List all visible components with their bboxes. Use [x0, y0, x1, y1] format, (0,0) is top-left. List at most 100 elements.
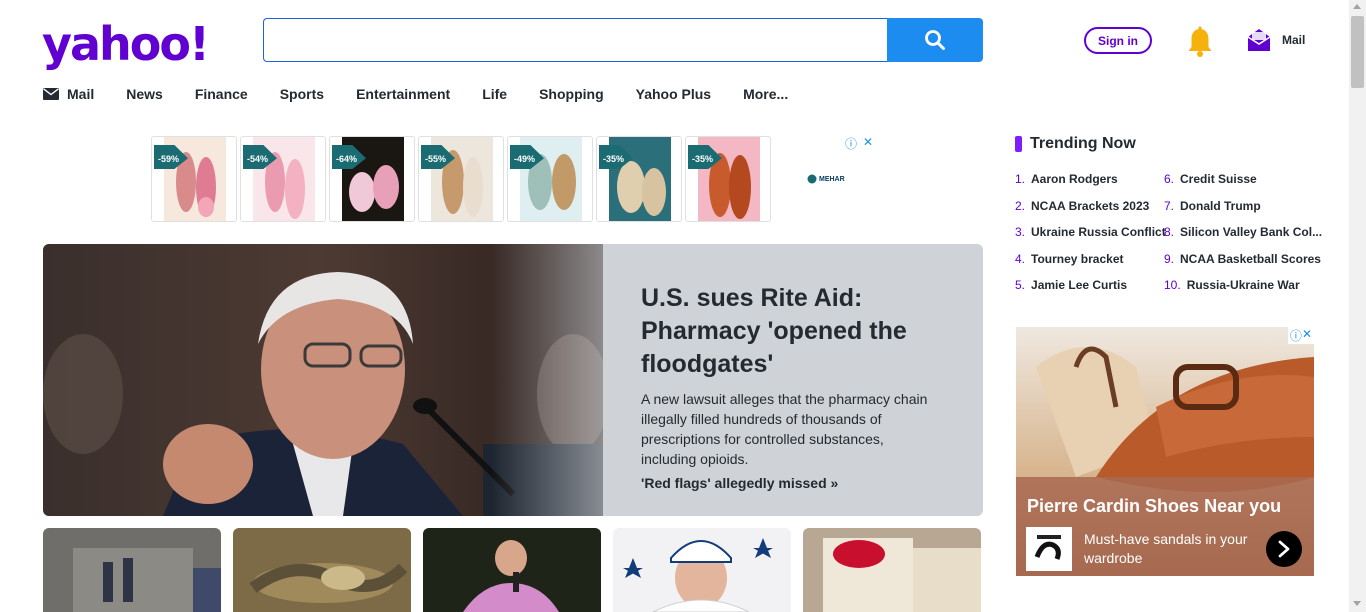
mail-envelope-icon: [1247, 29, 1271, 51]
trending-number: 9.: [1164, 251, 1175, 266]
hero-related-link[interactable]: 'Red flags' allegedly missed »: [641, 475, 941, 491]
story-thumbnail-image: [423, 528, 601, 612]
ad-brand-label: MEHAR: [819, 175, 845, 183]
trending-item[interactable]: 7. Donald Trump: [1164, 199, 1322, 226]
ad-controls: ⓘ ✕: [845, 135, 873, 152]
trending-item[interactable]: 6. Credit Suisse: [1164, 172, 1322, 199]
nav-mail-label: Mail: [67, 86, 95, 102]
trending-label: Credit Suisse: [1180, 172, 1257, 186]
story-thumbnails: [43, 528, 981, 612]
story-thumbnail-image: [613, 528, 791, 612]
nav-more[interactable]: More...: [743, 86, 788, 102]
nav-news[interactable]: News: [126, 86, 163, 102]
story-thumbnail[interactable]: [803, 528, 981, 612]
story-thumbnail-image: [233, 528, 411, 612]
trending-label: Silicon Valley Bank Col...: [1180, 225, 1323, 240]
trending-label: Donald Trump: [1180, 198, 1261, 213]
story-thumbnail-image: [43, 528, 221, 612]
trending-item[interactable]: 1. Aaron Rodgers: [1015, 172, 1166, 199]
ad-tile[interactable]: -59%: [151, 136, 237, 222]
right-ad-subtitle: Must-have sandals in your wardrobe: [1084, 531, 1248, 566]
ad-tile[interactable]: -49%: [507, 136, 593, 222]
nav-yahoo-plus[interactable]: Yahoo Plus: [636, 86, 711, 102]
hero-photo: [43, 244, 603, 516]
trending-item[interactable]: 8. Silicon Valley Bank Col...: [1164, 225, 1322, 252]
trending-item[interactable]: 4. Tourney bracket: [1015, 252, 1166, 279]
nav-entertainment[interactable]: Entertainment: [356, 86, 450, 102]
trending-list-left: 1. Aaron Rodgers 2. NCAA Brackets 2023 3. U…: [1015, 172, 1166, 305]
trending-accent-bar: [1015, 136, 1022, 152]
right-sidebar-ad[interactable]: ⓘ ✕ Pierre Cardin Shoes Near you Must-ha…: [1016, 327, 1314, 576]
ad-tile[interactable]: -35%: [685, 136, 771, 222]
trending-number: 6.: [1164, 172, 1175, 186]
nav-shopping[interactable]: Shopping: [539, 86, 604, 102]
search-box: [263, 18, 888, 62]
trending-number: 5.: [1015, 278, 1026, 293]
search-input[interactable]: [264, 19, 888, 61]
nav-finance[interactable]: Finance: [195, 86, 248, 102]
ad-tile[interactable]: -64%: [329, 136, 415, 222]
brand-logo-icon: [1029, 529, 1069, 569]
hero-summary: A new lawsuit alleges that the pharmacy …: [641, 391, 928, 467]
hero-text: U.S. sues Rite Aid: Pharmacy 'opened the…: [641, 282, 941, 491]
hero-story[interactable]: U.S. sues Rite Aid: Pharmacy 'opened the…: [43, 244, 983, 516]
mail-header-link[interactable]: Mail: [1246, 28, 1305, 52]
story-thumbnail[interactable]: [43, 528, 221, 612]
trending-item[interactable]: 3. Ukraine Russia Conflict: [1015, 225, 1166, 252]
scroll-down-arrow-icon[interactable]: [1353, 601, 1361, 606]
brand-logo-icon: [807, 174, 817, 184]
search-icon: [925, 30, 945, 50]
ad-close-icon[interactable]: ✕: [1302, 327, 1312, 344]
trending-label: Aaron Rodgers: [1031, 172, 1118, 186]
main-nav: Mail News Finance Sports Entertainment L…: [43, 86, 820, 102]
trending-number: 3.: [1015, 225, 1026, 240]
right-ad-title[interactable]: Pierre Cardin Shoes Near you: [1027, 496, 1281, 517]
yahoo-home-page: yahoo! Sign in Mail Mail News Finance Sp…: [0, 0, 1366, 612]
sign-in-button[interactable]: Sign in: [1084, 27, 1152, 54]
ad-brand[interactable]: MEHAR: [807, 174, 845, 184]
story-thumbnail[interactable]: [423, 528, 601, 612]
trending-list-right: 6. Credit Suisse 7. Donald Trump 8. Silicon…: [1164, 172, 1322, 305]
ad-strip: -59% -54% -64% -55% -49% -35% -35%: [151, 136, 773, 222]
ad-close-icon[interactable]: ✕: [863, 135, 873, 152]
notifications-button[interactable]: [1186, 26, 1214, 58]
nav-mail[interactable]: Mail: [43, 86, 94, 102]
trending-item[interactable]: 10. Russia-Ukraine War: [1164, 278, 1322, 305]
chevron-right-icon: [1278, 540, 1290, 558]
trending-title: Trending Now: [1030, 135, 1136, 152]
hero-title[interactable]: U.S. sues Rite Aid: Pharmacy 'opened the…: [641, 282, 941, 381]
scrollbar-thumb[interactable]: [1351, 16, 1364, 88]
story-thumbnail[interactable]: [233, 528, 411, 612]
trending-item[interactable]: 2. NCAA Brackets 2023: [1015, 199, 1166, 226]
trending-label: Russia-Ukraine War: [1186, 278, 1300, 293]
trending-label: NCAA Basketball Scores: [1180, 251, 1321, 266]
ad-tile[interactable]: -54%: [240, 136, 326, 222]
ad-tile[interactable]: -55%: [418, 136, 504, 222]
page-scrollbar[interactable]: [1349, 0, 1366, 612]
trending-number: 10.: [1164, 278, 1181, 293]
right-ad-controls: ⓘ ✕: [1287, 327, 1314, 344]
trending-number: 2.: [1015, 198, 1026, 213]
scroll-up-arrow-icon[interactable]: [1353, 4, 1361, 9]
trending-label: NCAA Brackets 2023: [1031, 198, 1150, 213]
trending-label: Ukraine Russia Conflict: [1031, 225, 1166, 240]
ad-tile[interactable]: -35%: [596, 136, 682, 222]
yahoo-logo[interactable]: yahoo!: [42, 14, 210, 74]
right-ad-logo: [1026, 527, 1072, 571]
nav-sports[interactable]: Sports: [280, 86, 324, 102]
trending-item[interactable]: 9. NCAA Basketball Scores: [1164, 252, 1322, 279]
ad-info-icon[interactable]: ⓘ: [1290, 327, 1302, 344]
trending-label: Jamie Lee Curtis: [1031, 278, 1128, 293]
right-ad-next-button[interactable]: [1266, 531, 1302, 567]
nav-life[interactable]: Life: [482, 86, 507, 102]
search-button[interactable]: [887, 18, 983, 62]
trending-number: 8.: [1164, 225, 1175, 240]
trending-number: 7.: [1164, 198, 1175, 213]
trending-number: 1.: [1015, 172, 1026, 186]
trending-header: Trending Now: [1015, 135, 1136, 153]
trending-label: Tourney bracket: [1031, 251, 1124, 266]
mail-icon: [43, 88, 59, 100]
story-thumbnail[interactable]: [613, 528, 791, 612]
ad-info-icon[interactable]: ⓘ: [845, 135, 857, 152]
trending-item[interactable]: 5. Jamie Lee Curtis: [1015, 278, 1166, 305]
